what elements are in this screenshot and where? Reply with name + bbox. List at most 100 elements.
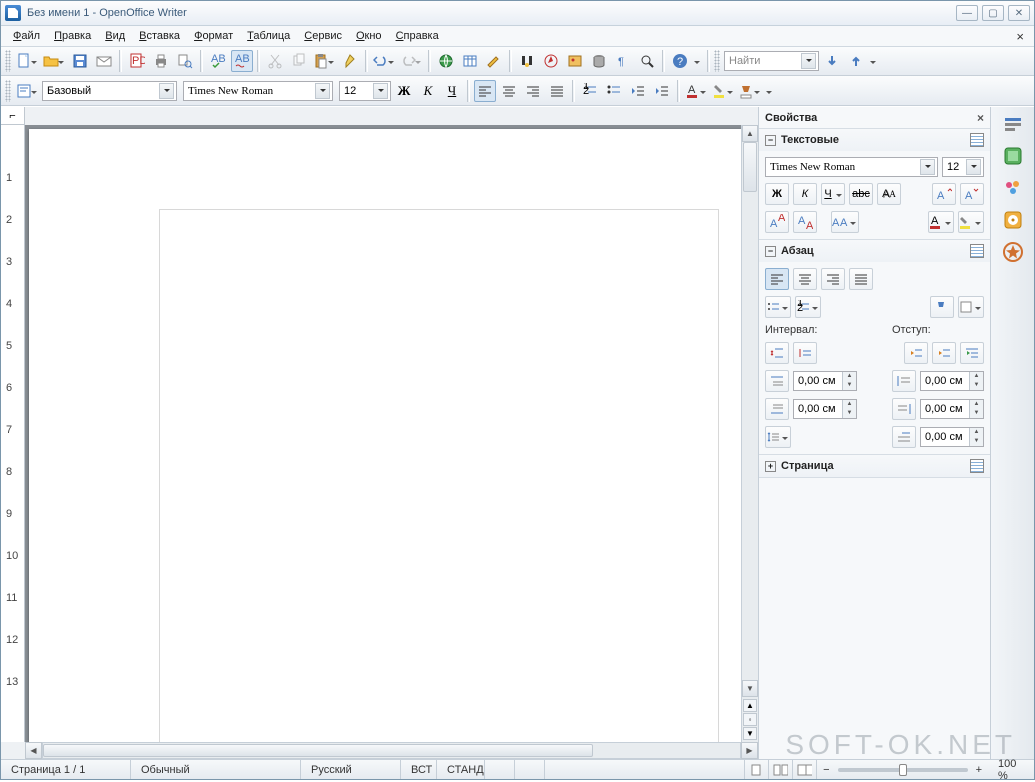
sb-align-justify[interactable] — [849, 268, 873, 290]
status-selmode[interactable]: СТАНД — [437, 760, 485, 779]
menu-view[interactable]: Вид — [99, 29, 131, 43]
increase-indent-button[interactable] — [651, 80, 673, 102]
sb-shrink-font-button[interactable]: A — [960, 183, 984, 205]
spellcheck-button[interactable]: ABC — [207, 50, 229, 72]
status-style[interactable]: Обычный — [131, 760, 301, 779]
document-canvas[interactable] — [25, 125, 741, 742]
open-button[interactable] — [42, 50, 67, 72]
find-replace-button[interactable] — [516, 50, 538, 72]
print-button[interactable] — [150, 50, 172, 72]
redo-button[interactable] — [399, 50, 424, 72]
align-right-button[interactable] — [522, 80, 544, 102]
font-color-button[interactable]: A — [684, 80, 709, 102]
sb-font-color-button[interactable]: A — [928, 211, 954, 233]
format-paintbrush-button[interactable] — [339, 50, 361, 72]
sb-grow-font-button[interactable]: A — [932, 183, 956, 205]
rail-styles-icon[interactable] — [1002, 145, 1024, 167]
highlight-color-button[interactable] — [711, 80, 736, 102]
new-doc-button[interactable] — [15, 50, 40, 72]
vertical-ruler[interactable]: 12345678910111213 — [1, 125, 25, 742]
close-button[interactable]: ✕ — [1008, 5, 1030, 21]
bold-button[interactable]: Ж — [393, 80, 415, 102]
nonprinting-chars-button[interactable]: ¶ — [612, 50, 634, 72]
background-color-button[interactable] — [738, 80, 763, 102]
sb-align-center[interactable] — [793, 268, 817, 290]
collapse-icon[interactable]: − — [765, 246, 776, 257]
zoom-out-icon[interactable]: − — [823, 764, 829, 776]
toolbar-grip[interactable] — [5, 50, 11, 72]
sb-bg-color-button[interactable] — [930, 296, 954, 318]
menu-insert[interactable]: Вставка — [133, 29, 186, 43]
sb-first-line-field[interactable]: ▲▼ — [920, 427, 984, 447]
align-left-button[interactable] — [474, 80, 496, 102]
find-prev-button[interactable] — [845, 50, 867, 72]
auto-spellcheck-button[interactable]: ABC — [231, 50, 253, 72]
numbering-button[interactable]: 12 — [579, 80, 601, 102]
nav-next-icon[interactable]: ▼ — [743, 727, 757, 740]
sb-strike-button[interactable]: abc — [849, 183, 873, 205]
status-page[interactable]: Страница 1 / 1 — [1, 760, 131, 779]
rail-gallery-icon[interactable] — [1002, 177, 1024, 199]
scroll-left-button[interactable]: ◀ — [25, 742, 42, 759]
nav-select-icon[interactable]: ◦ — [743, 713, 757, 726]
sb-dec-spacing-button[interactable] — [793, 342, 817, 364]
gallery-button[interactable] — [564, 50, 586, 72]
sb-inc-spacing-button[interactable] — [765, 342, 789, 364]
status-signature[interactable] — [515, 760, 545, 779]
sb-line-spacing-button[interactable] — [765, 426, 791, 448]
data-sources-button[interactable] — [588, 50, 610, 72]
zoom-value[interactable]: 100 % — [988, 760, 1034, 779]
status-insert[interactable]: ВСТ — [401, 760, 437, 779]
menu-help[interactable]: Справка — [390, 29, 445, 43]
font-size-combo[interactable]: 12 — [339, 81, 391, 101]
sb-shadow-button[interactable]: AA — [877, 183, 901, 205]
more-options-icon[interactable] — [970, 244, 984, 258]
zoom-button[interactable] — [636, 50, 658, 72]
rail-navigator-icon[interactable] — [1002, 209, 1024, 231]
sb-inc-indent-button[interactable] — [904, 342, 928, 364]
italic-button[interactable]: К — [417, 80, 439, 102]
rail-properties-icon[interactable] — [1002, 113, 1024, 135]
save-button[interactable] — [69, 50, 91, 72]
view-book-icon[interactable] — [793, 760, 817, 779]
cut-button[interactable] — [264, 50, 286, 72]
sb-para-bg-button[interactable] — [958, 296, 984, 318]
more-options-icon[interactable] — [970, 459, 984, 473]
font-name-combo[interactable]: Times New Roman — [183, 81, 333, 101]
sidebar-close-icon[interactable]: × — [977, 111, 984, 125]
sb-indent-right-field[interactable]: ▲▼ — [920, 399, 984, 419]
expand-icon[interactable]: + — [765, 461, 776, 472]
scroll-down-button[interactable]: ▼ — [742, 680, 758, 697]
fmt-toolbar-options[interactable] — [765, 80, 775, 102]
section-page-title[interactable]: + Страница — [759, 455, 990, 477]
table-button[interactable] — [459, 50, 481, 72]
view-single-icon[interactable] — [745, 760, 769, 779]
align-center-button[interactable] — [498, 80, 520, 102]
scroll-thumb[interactable] — [743, 142, 757, 192]
ruler-corner[interactable]: ⌐ — [1, 107, 25, 125]
sb-space-above-field[interactable]: ▲▼ — [793, 371, 857, 391]
sb-subscript-button[interactable]: AA — [793, 211, 817, 233]
find-combo[interactable]: Найти — [724, 51, 819, 71]
show-draw-button[interactable] — [483, 50, 505, 72]
hyperlink-button[interactable] — [435, 50, 457, 72]
menu-table[interactable]: Таблица — [241, 29, 296, 43]
menu-file[interactable]: Файл — [7, 29, 46, 43]
find-toolbar-grip[interactable] — [714, 50, 720, 72]
bullets-button[interactable] — [603, 80, 625, 102]
find-next-button[interactable] — [821, 50, 843, 72]
zoom-slider[interactable] — [838, 768, 968, 772]
print-preview-button[interactable] — [174, 50, 196, 72]
more-options-icon[interactable] — [970, 133, 984, 147]
menu-tools[interactable]: Сервис — [298, 29, 348, 43]
paste-button[interactable] — [312, 50, 337, 72]
sb-spacing-button[interactable]: AA — [831, 211, 859, 233]
doc-close-icon[interactable]: × — [1012, 29, 1028, 44]
collapse-icon[interactable]: − — [765, 135, 776, 146]
sb-superscript-button[interactable]: AA — [765, 211, 789, 233]
menu-format[interactable]: Формат — [188, 29, 239, 43]
help-button[interactable]: ? — [669, 50, 691, 72]
decrease-indent-button[interactable] — [627, 80, 649, 102]
export-pdf-button[interactable]: PDF — [126, 50, 148, 72]
nav-prev-icon[interactable]: ▲ — [743, 699, 757, 712]
